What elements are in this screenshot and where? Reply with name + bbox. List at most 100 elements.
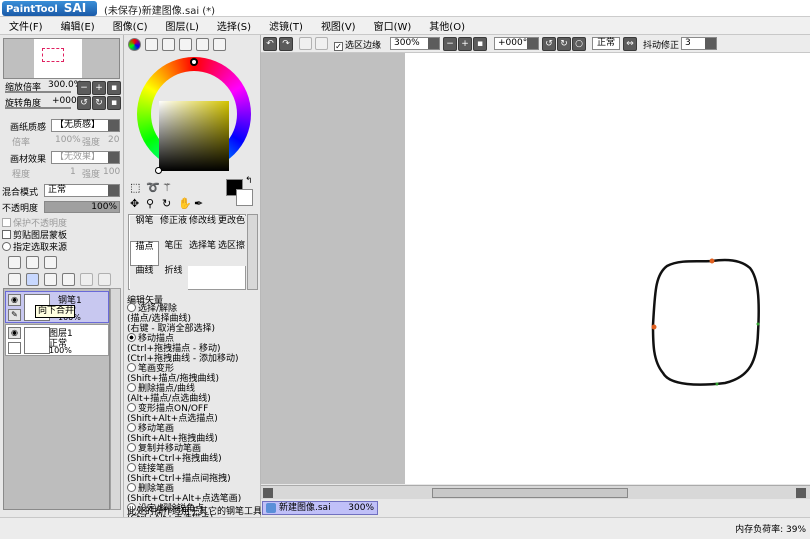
menu-edit[interactable]: 编辑(E): [52, 18, 104, 33]
view-mode-button[interactable]: 正常: [592, 37, 620, 50]
apply-mask-icon[interactable]: [80, 273, 93, 286]
move-icon[interactable]: ✥: [130, 197, 139, 210]
deselect-icon[interactable]: [299, 37, 312, 50]
option-link-stroke[interactable]: 链接笔画 (Shift+Ctrl+描点间拖拽): [127, 463, 231, 484]
flip-view-icon[interactable]: ⇔: [623, 37, 637, 51]
selection-source-checkbox[interactable]: 指定选取来源: [2, 240, 67, 253]
zoom-actual-icon[interactable]: ▪: [473, 37, 487, 51]
layer-row-layer1[interactable]: ◉ 图层1 正常 100%: [5, 324, 109, 356]
tool-polyline[interactable]: 折线: [159, 266, 188, 291]
drawing-canvas[interactable]: [405, 53, 810, 484]
scroll-thumb[interactable]: [432, 488, 628, 498]
magic-wand-icon[interactable]: ⚚: [162, 181, 172, 194]
transfer-down-icon[interactable]: [8, 273, 21, 286]
swap-colors-icon[interactable]: ↰: [245, 176, 253, 186]
paper-texture-select[interactable]: 【无质感】: [51, 119, 120, 132]
rotate-slider[interactable]: [5, 107, 71, 109]
zoom-out-button[interactable]: −: [77, 81, 91, 95]
scroll-left-arrow[interactable]: [263, 488, 273, 498]
lock-icon[interactable]: ✎: [8, 309, 21, 321]
zoom-in-button[interactable]: +: [92, 81, 106, 95]
menu-image[interactable]: 图像(C): [104, 18, 157, 33]
delete-layer-icon[interactable]: [62, 273, 75, 286]
blend-mode-select[interactable]: 正常: [44, 184, 120, 197]
rotate-reset-icon[interactable]: ○: [572, 37, 586, 51]
hue-wheel[interactable]: [137, 57, 251, 174]
swatches-tab-icon[interactable]: [196, 38, 209, 51]
option-move-anchor[interactable]: 移动描点 (Ctrl+拖拽描点 - 移动) (Ctrl+拖拽曲线 - 添加移动): [127, 333, 239, 364]
menu-file[interactable]: 文件(F): [0, 18, 52, 33]
brush-effect-select[interactable]: 【无效果】: [51, 151, 120, 164]
zoom-slider[interactable]: [5, 91, 71, 93]
eyedropper-icon[interactable]: ✒: [194, 197, 203, 210]
delete-mask-icon[interactable]: [98, 273, 111, 286]
tool-pen[interactable]: 钢笔: [130, 216, 159, 241]
scratchpad-tab-icon[interactable]: [213, 38, 226, 51]
menu-layer[interactable]: 图层(L): [156, 18, 207, 33]
rotate-ccw-icon[interactable]: ↺: [542, 37, 556, 51]
option-deform-anchor[interactable]: 变形描点ON/OFF (Shift+Alt+点选描点): [127, 403, 218, 424]
mixer-tab-icon[interactable]: [179, 38, 192, 51]
invert-selection-icon[interactable]: [315, 37, 328, 50]
merge-down-icon[interactable]: [26, 273, 39, 286]
opacity-slider[interactable]: 100%: [44, 201, 120, 213]
menu-window[interactable]: 窗口(W): [365, 18, 421, 33]
navigator-preview[interactable]: [3, 38, 120, 79]
menu-select[interactable]: 选择(S): [208, 18, 260, 33]
option-deform-stroke[interactable]: 笔画变形 (Shift+描点/拖拽曲线): [127, 363, 219, 384]
tool-pressure[interactable]: 笔压: [159, 241, 188, 266]
new-layer-icon[interactable]: [8, 256, 21, 269]
stabilizer-select[interactable]: 3: [681, 37, 717, 50]
option-delete-anchor[interactable]: 删除描点/曲线 (Alt+描点/点选曲线): [127, 383, 211, 404]
horizontal-scrollbar[interactable]: [261, 485, 810, 499]
option-move-stroke[interactable]: 移动笔画 (Shift+Alt+拖拽曲线): [127, 423, 218, 444]
hand-icon[interactable]: ✋: [178, 197, 192, 210]
navigator-viewport-rect[interactable]: [42, 48, 64, 62]
rotate-right-button[interactable]: ↻: [92, 96, 106, 110]
rect-select-icon[interactable]: ⬚: [130, 181, 140, 194]
color-wheel-tab-icon[interactable]: [128, 38, 141, 51]
new-folder-icon[interactable]: [44, 256, 57, 269]
zoom-icon[interactable]: ⚲: [146, 197, 154, 210]
sv-handle[interactable]: [155, 167, 162, 174]
saturation-value-box[interactable]: [155, 101, 229, 174]
zoom-in-icon[interactable]: +: [458, 37, 472, 51]
visibility-eye-icon[interactable]: ◉: [8, 327, 21, 339]
tool-change-color[interactable]: 更改色: [217, 216, 246, 241]
rotate-cw-icon[interactable]: ↻: [557, 37, 571, 51]
tool-eraser[interactable]: 修正液: [159, 216, 188, 241]
tool-grid-scrollbar[interactable]: [247, 214, 258, 290]
menu-other[interactable]: 其他(O): [420, 18, 474, 33]
hsv-slider-tab-icon[interactable]: [162, 38, 175, 51]
new-pen-layer-icon[interactable]: [26, 256, 39, 269]
menu-filter[interactable]: 滤镜(T): [260, 18, 312, 33]
selection-edge-checkbox[interactable]: ✓ 选区边缘: [334, 38, 381, 51]
rotate-reset-button[interactable]: ▪: [107, 96, 121, 110]
rotate-left-button[interactable]: ↺: [77, 96, 91, 110]
hue-handle[interactable]: [190, 58, 198, 66]
tool-select-eraser[interactable]: 选区擦: [217, 241, 246, 266]
rotate-view-icon[interactable]: ↻: [162, 197, 171, 210]
visibility-eye-icon[interactable]: ◉: [8, 294, 21, 306]
option-select-deselect[interactable]: 选择/解除 (描点/选择曲线) (右键 - 取消全部选择): [127, 303, 215, 334]
scroll-right-arrow[interactable]: [796, 488, 806, 498]
layer-scrollbar[interactable]: [110, 288, 121, 510]
zoom-out-icon[interactable]: −: [443, 37, 457, 51]
option-copy-move-stroke[interactable]: 复制并移动笔画 (Shift+Ctrl+拖拽曲线): [127, 443, 222, 464]
document-tab[interactable]: 新建图像.sai 300%: [262, 501, 378, 515]
rotate-select[interactable]: +000°: [494, 37, 539, 50]
redo-icon[interactable]: ↷: [279, 37, 293, 51]
rgb-slider-tab-icon[interactable]: [145, 38, 158, 51]
clear-layer-icon[interactable]: [44, 273, 57, 286]
background-color[interactable]: [236, 189, 253, 206]
option-delete-stroke[interactable]: 删除笔画 (Shift+Ctrl+Alt+点选笔画): [127, 483, 241, 504]
lock-icon[interactable]: [8, 342, 21, 354]
tool-edit-anchor[interactable]: 描点: [130, 241, 159, 266]
undo-icon[interactable]: ↶: [263, 37, 277, 51]
tool-select-pen[interactable]: 选择笔: [188, 241, 217, 266]
tool-fix-line[interactable]: 修改线: [188, 216, 217, 241]
zoom-select[interactable]: 300%: [390, 37, 440, 50]
tool-curve[interactable]: 曲线: [130, 266, 159, 291]
zoom-reset-button[interactable]: ▪: [107, 81, 121, 95]
menu-view[interactable]: 视图(V): [312, 18, 365, 33]
